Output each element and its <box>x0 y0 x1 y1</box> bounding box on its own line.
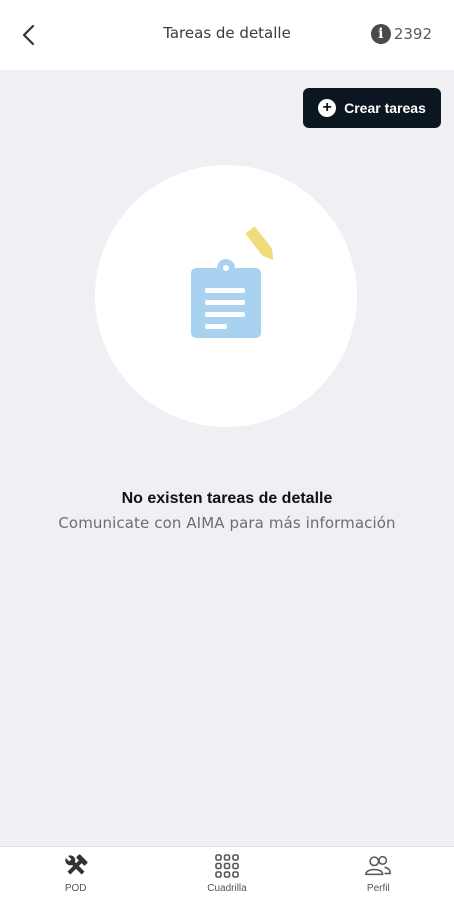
create-tasks-label: Crear tareas <box>344 100 426 116</box>
tools-icon <box>62 853 90 879</box>
header-code: 2392 <box>393 25 432 43</box>
bottom-nav: POD Cuadrilla Perfil <box>0 846 454 900</box>
screen: Tareas de detalle i 2392 + Crear tareas <box>0 0 454 900</box>
plus-circle-icon: + <box>318 99 337 117</box>
nav-item-cuadrilla[interactable]: Cuadrilla <box>151 847 302 900</box>
app-header: Tareas de detalle i 2392 <box>0 0 454 70</box>
nav-item-pod[interactable]: POD <box>0 847 151 900</box>
header-info[interactable]: i 2392 <box>370 24 432 44</box>
nav-label-pod: POD <box>64 883 87 894</box>
empty-state-title: No existen tareas de detalle <box>121 490 333 507</box>
empty-state-subtitle: Comunicate con AIMA para más información <box>58 514 396 532</box>
info-icon: i <box>370 24 391 44</box>
nav-label-perfil: Perfil <box>366 883 390 894</box>
nav-label-cuadrilla: Cuadrilla <box>207 883 247 894</box>
users-icon <box>364 853 392 879</box>
grid-icon <box>213 853 241 879</box>
clipboard-edit-icon <box>191 226 274 338</box>
nav-item-perfil[interactable]: Perfil <box>303 847 454 900</box>
create-tasks-button[interactable]: + Crear tareas <box>303 88 441 128</box>
empty-state-illustration <box>95 165 357 427</box>
